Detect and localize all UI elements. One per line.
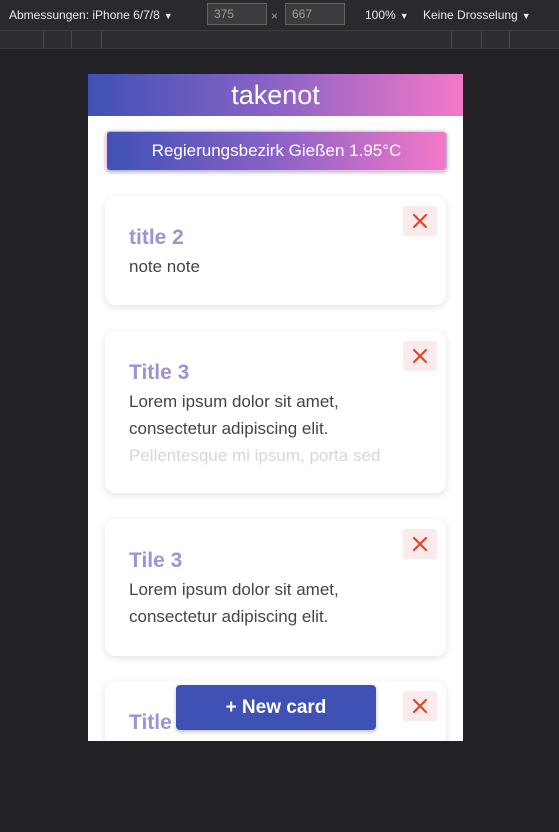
ruler-segment[interactable] bbox=[509, 31, 510, 48]
card-title: Tile 3 bbox=[129, 549, 183, 572]
width-input[interactable]: 375 bbox=[207, 3, 267, 25]
device-label: Abmessungen: iPhone 6/7/8 bbox=[9, 8, 160, 22]
app-title: takenot bbox=[88, 74, 463, 116]
ruler-segment[interactable] bbox=[481, 31, 482, 48]
card-text: note note bbox=[129, 253, 419, 280]
card-text-faded: Pellentesque mi ipsum, porta sed bbox=[129, 446, 381, 465]
card-text-line: Lorem ipsum dolor sit amet, bbox=[129, 580, 339, 599]
card-title: title 2 bbox=[129, 226, 184, 249]
height-input[interactable]: 667 bbox=[285, 3, 345, 25]
throttle-label: Keine Drosselung bbox=[423, 8, 518, 22]
weather-banner: Regierungsbezirk Gießen 1.95°C bbox=[106, 131, 447, 171]
zoom-label: 100% bbox=[365, 8, 396, 22]
times-sign: × bbox=[271, 9, 279, 23]
devtools-toolbar: Abmessungen: iPhone 6/7/8 ▼ 375 × 667 100… bbox=[0, 0, 559, 30]
note-card[interactable]: title 2 note note bbox=[105, 196, 446, 305]
card-text-line: consectetur adipiscing elit. bbox=[129, 419, 329, 438]
caret-down-icon: ▼ bbox=[521, 11, 531, 21]
note-card[interactable]: Tile 3 Lorem ipsum dolor sit amet, conse… bbox=[105, 519, 446, 656]
delete-card-button[interactable] bbox=[403, 341, 437, 371]
close-icon bbox=[412, 536, 428, 552]
ruler-segment[interactable] bbox=[451, 31, 452, 48]
note-card[interactable]: Title 3 Lorem ipsum dolor sit amet, cons… bbox=[105, 331, 446, 493]
caret-down-icon: ▼ bbox=[163, 11, 173, 21]
delete-card-button[interactable] bbox=[403, 529, 437, 559]
throttle-selector[interactable]: Keine Drosselung ▼ bbox=[423, 8, 531, 22]
ruler-segment[interactable] bbox=[43, 31, 44, 48]
ruler-segment[interactable] bbox=[101, 31, 102, 48]
card-text-line: Lorem ipsum dolor sit amet, bbox=[129, 392, 339, 411]
card-text: Lorem ipsum dolor sit amet, consectetur … bbox=[129, 388, 419, 469]
close-icon bbox=[412, 213, 428, 229]
device-viewport: takenot Regierungsbezirk Gießen 1.95°C t… bbox=[88, 74, 463, 741]
card-text-line: consectetur adipiscing elit. bbox=[129, 607, 329, 626]
zoom-selector[interactable]: 100% ▼ bbox=[365, 8, 409, 22]
ruler-segment[interactable] bbox=[71, 31, 72, 48]
delete-card-button[interactable] bbox=[403, 691, 437, 721]
caret-down-icon: ▼ bbox=[399, 11, 409, 21]
media-query-ruler[interactable] bbox=[0, 30, 559, 49]
delete-card-button[interactable] bbox=[403, 206, 437, 236]
card-text: Lorem ipsum dolor sit amet, consectetur … bbox=[129, 576, 419, 630]
device-selector[interactable]: Abmessungen: iPhone 6/7/8 ▼ bbox=[9, 8, 173, 22]
card-text-line: note note bbox=[129, 257, 200, 276]
new-card-button[interactable]: + New card bbox=[176, 685, 376, 730]
close-icon bbox=[412, 348, 428, 364]
card-title: Title 3 bbox=[129, 361, 190, 384]
close-icon bbox=[412, 698, 428, 714]
card-title: Title bbox=[129, 711, 172, 734]
